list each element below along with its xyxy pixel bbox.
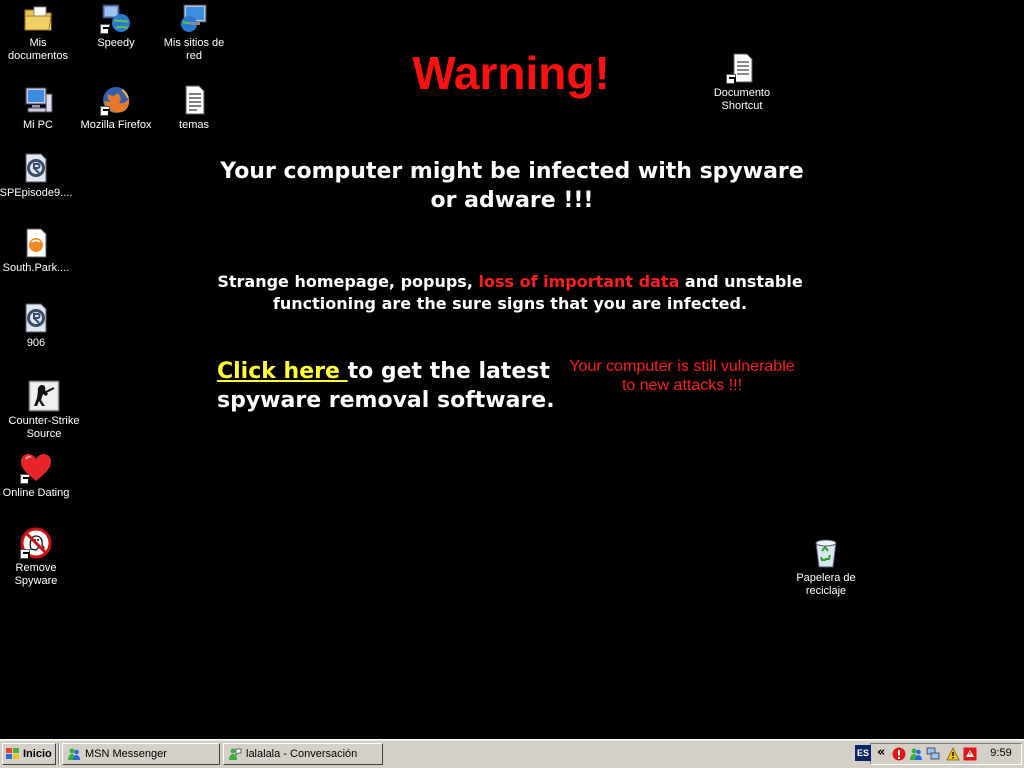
infection-signs-text: Strange homepage, popups, loss of import… [200,271,820,315]
conversation-icon [228,747,242,761]
network-globe-icon [100,2,132,34]
desktop-icon-label: Mi PC [23,119,53,131]
network-connection-icon[interactable] [926,746,940,760]
alert-icon[interactable] [892,746,906,761]
task-button-msn-messenger[interactable]: MSN Messenger [62,743,220,765]
start-button[interactable]: Inicio [2,743,56,765]
desktop-icon-south-park[interactable]: South.Park.... [0,227,74,275]
desktop-icon-remove-spyware[interactable]: Remove Spyware [0,527,74,588]
call-to-action: Click here to get the latest spyware rem… [217,357,562,415]
task-label: lalalala - Conversación [246,748,358,760]
task-button-conversation[interactable]: lalalala - Conversación [223,743,383,765]
heart-icon [20,452,52,484]
desktop-icon-label: South.Park.... [2,262,70,274]
taskbar-separator [58,743,60,765]
warning-title: Warning! [0,46,1024,100]
show-hidden-icons-button[interactable]: « [877,744,885,762]
realplayer-file-icon [20,152,52,184]
desktop-icon-906[interactable]: 906 [0,302,74,350]
media-file-icon [20,227,52,259]
counter-strike-icon [28,380,60,412]
desktop-icon-label: Remove Spyware [14,562,58,587]
desktop-icon-papelera[interactable]: Papelera de reciclaje [788,537,864,598]
click-here-link[interactable]: Click here [217,359,348,384]
messenger-tray-icon[interactable] [909,746,923,760]
ghostbusters-icon [20,527,52,559]
shield-alert-icon[interactable] [963,746,977,761]
folder-icon [22,2,54,34]
desktop-icon-label: 906 [26,337,46,349]
infection-headline: Your computer might be infected with spy… [220,159,804,213]
task-label: MSN Messenger [85,748,167,760]
signs-text-highlight: loss of important data [478,272,680,291]
start-label: Inicio [23,748,52,760]
warning-title-text: Warning! [412,47,610,99]
desktop-icon-label: Counter-Strike Source [8,415,80,440]
desktop-icon-label: temas [179,119,209,131]
language-indicator[interactable]: ES [855,745,871,761]
desktop-icon-speedy[interactable]: Speedy [78,2,154,50]
vulnerable-notice: Your computer is still vulnerable to new… [569,358,795,394]
shortcut-arrow-icon [100,24,110,34]
recycle-bin-icon [810,537,842,569]
shortcut-arrow-icon [20,474,30,484]
desktop-icon-label: Mozilla Firefox [80,119,152,131]
desktop-icon-spepisode[interactable]: SPEpisode9.... [0,152,74,200]
desktop-icon-label: SPEpisode9.... [0,187,73,199]
desktop-icon-label: Papelera de reciclaje [796,572,856,597]
security-warning-icon[interactable] [946,746,960,761]
shortcut-arrow-icon [100,106,110,116]
desktop-icon-online-dating[interactable]: Online Dating [0,452,74,500]
msn-messenger-icon [67,747,81,761]
system-clock[interactable]: 9:59 [983,745,1019,761]
windows-logo-icon [6,748,20,760]
desktop-icon-counter-strike[interactable]: Counter-Strike Source [6,380,82,441]
realplayer-file-icon [20,302,52,334]
desktop-icon-label: Online Dating [2,487,70,499]
network-places-icon [178,2,210,34]
shortcut-arrow-icon [20,549,30,559]
signs-text-start: Strange homepage, popups, [217,272,479,291]
